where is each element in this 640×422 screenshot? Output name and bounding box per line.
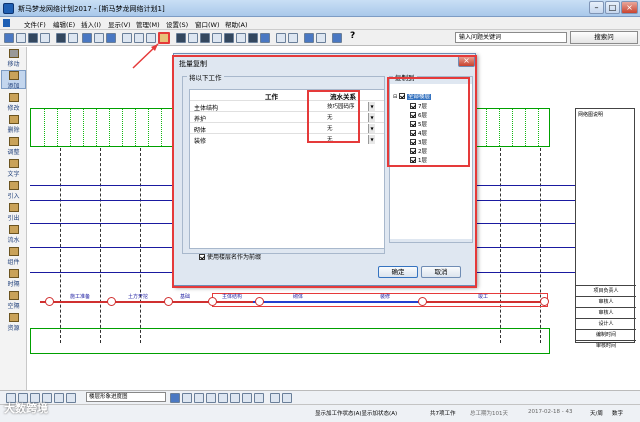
view-icon[interactable] [66, 393, 76, 403]
ungroup-icon[interactable] [206, 393, 216, 403]
dialog-close-button[interactable]: × [458, 55, 475, 67]
source-group-title: 将以下工作 [187, 72, 224, 82]
export-image-icon[interactable] [270, 393, 280, 403]
view-mode-select[interactable]: 楼层形象进度图 [86, 392, 166, 402]
chevron-down-icon[interactable]: ▼ [368, 102, 375, 111]
chevron-down-icon[interactable]: ▼ [368, 124, 375, 133]
use-floor-prefix-checkbox[interactable]: 使用楼层名作为前缀 [199, 252, 261, 261]
status-numlock: 数字 [612, 411, 624, 417]
checkbox-label: 使用楼层名作为前缀 [207, 254, 262, 261]
floors-highlight [387, 77, 470, 167]
watermark: 大数跨境 [4, 402, 48, 415]
task-name: 装修 [194, 138, 207, 145]
distribute-icon[interactable] [182, 393, 192, 403]
relation-highlight [307, 90, 360, 143]
send-back-icon[interactable] [254, 393, 264, 403]
bring-front-icon[interactable] [242, 393, 252, 403]
align-icon[interactable] [170, 393, 180, 403]
layer-icon[interactable] [54, 393, 64, 403]
group-icon[interactable] [194, 393, 204, 403]
chevron-down-icon[interactable]: ▼ [368, 135, 375, 144]
status-unit: 天/周 [590, 411, 603, 417]
status-date: 2017-02-18 - 43 [528, 409, 573, 415]
status-mode: 显示加工作状态(A)显示加状态(A) [315, 411, 398, 417]
status-duration: 总工期为101天 [470, 411, 508, 417]
cancel-button[interactable]: 取消 [421, 266, 461, 278]
lock-icon[interactable] [218, 393, 228, 403]
status-bar: 显示加工作状态(A)显示加状态(A) 共7项工作 总工期为101天 2017-0… [0, 404, 640, 422]
checkbox[interactable] [199, 254, 205, 260]
ok-button[interactable]: 确定 [378, 266, 418, 278]
chevron-down-icon[interactable]: ▼ [368, 113, 375, 122]
arrange-icon[interactable] [230, 393, 240, 403]
print-preview-icon[interactable] [282, 393, 292, 403]
status-count: 共7项工作 [430, 411, 456, 417]
dialog-title: 批量复制 [179, 60, 207, 68]
